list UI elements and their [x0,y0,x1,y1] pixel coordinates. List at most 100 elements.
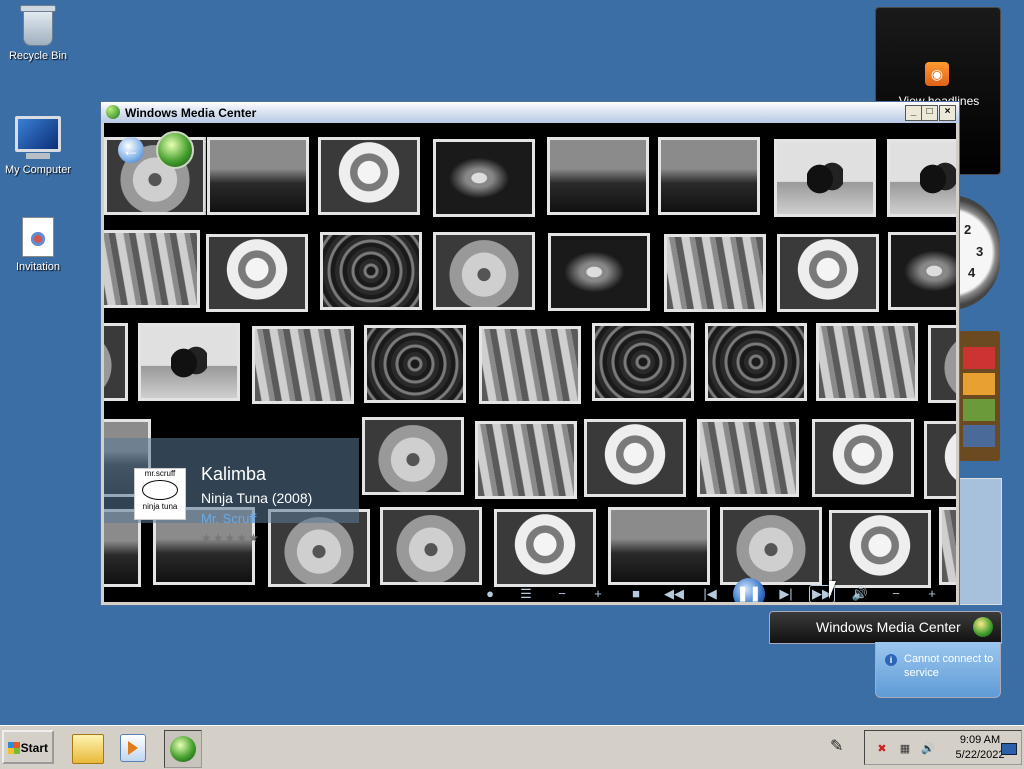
mouse-cursor-icon [829,581,836,599]
rewind-button[interactable]: ◀◀ [663,585,685,602]
desktop-icon-label: Recycle Bin [8,50,68,62]
gadget-tile [963,373,995,395]
photo-tile [206,234,308,312]
security-alert-icon[interactable]: ✖ [875,742,889,756]
photo-tile [138,323,240,401]
photo-tile [380,507,482,585]
photo-tile [364,325,466,403]
guide-button[interactable]: ☰ [515,585,537,602]
back-button[interactable]: ← [118,137,144,163]
notification-header: Windows Media Center [769,611,1002,644]
gadget-tile [963,399,995,421]
taskbar: Start ✎ ✖ ▦ 🔊 9:09 AM 5/22/2022 [0,725,1024,769]
slideshow-area[interactable]: ← mr.scruff ninja tuna Kalimba Ninja Tun… [104,123,956,602]
clock-number: 3 [976,244,984,259]
photo-tile [362,417,464,495]
slideshow-gadget[interactable] [959,478,1002,605]
clock-number: 4 [968,265,976,280]
volume-icon[interactable]: 🔊 [849,585,871,602]
window-title: Windows Media Center [125,106,257,120]
photo-tile [924,421,956,499]
photo-tile [829,510,931,588]
album-art: mr.scruff ninja tuna [134,468,186,520]
photo-tile [939,507,956,585]
media-center-start-button[interactable] [156,131,194,169]
rating-stars[interactable]: ★★★★★ [201,531,260,545]
photo-tile [318,137,420,215]
photo-tile [592,323,694,401]
photo-tile [608,507,710,585]
desktop-icon-my-computer[interactable]: My Computer [0,112,76,176]
media-center-taskbar-icon[interactable] [164,730,202,768]
close-button[interactable]: × [939,105,956,121]
gadget-tile [963,425,995,447]
record-button[interactable]: ● [479,585,501,602]
photo-tile [928,325,956,403]
photo-tile [104,323,128,401]
clock-time[interactable]: 9:09 AM [955,734,1005,746]
photo-tile [777,234,879,312]
photo-tile [888,232,956,310]
photo-tile [812,419,914,497]
document-icon [22,217,54,257]
desktop-icon-label: Invitation [15,261,61,273]
photo-tile [104,230,200,308]
album-art-text: mr.scruff [144,469,176,478]
stop-button[interactable]: ■ [625,585,647,602]
info-icon: i [885,654,897,666]
skip-back-button[interactable]: |◀ [699,585,721,602]
media-center-logo-icon [106,105,120,119]
folder-icon[interactable] [72,734,104,764]
media-center-notification[interactable]: Windows Media Center i Cannot connect to… [769,611,1002,698]
calendar-gadget[interactable] [959,331,1000,461]
photo-tile [433,232,535,310]
minimize-button[interactable]: _ [905,105,922,121]
maximize-button[interactable]: □ [921,105,938,121]
channel-down-button[interactable]: − [551,585,573,602]
channel-up-button[interactable]: + [587,585,609,602]
now-playing-album: Ninja Tuna (2008) [201,490,313,506]
notification-message: Cannot connect to service [904,653,994,679]
volume-down-button[interactable]: − [885,585,907,602]
pen-input-icon[interactable]: ✎ [830,736,852,756]
recycle-bin-icon [20,5,56,46]
photo-tile [664,234,766,312]
now-playing-song: Kalimba [201,464,267,484]
photo-tile [252,326,354,404]
show-desktop-icon[interactable] [1001,743,1017,755]
photo-tile [479,326,581,404]
desktop-icon-invitation[interactable]: Invitation [0,217,76,273]
rss-icon: ◉ [925,62,949,86]
photo-tile [475,421,577,499]
volume-icon[interactable]: 🔊 [921,742,935,756]
system-tray: ✖ ▦ 🔊 9:09 AM 5/22/2022 [864,730,1022,765]
photo-tile [720,507,822,585]
desktop-icon-recycle-bin[interactable]: Recycle Bin [0,5,76,62]
photo-tile [320,232,422,310]
windows-logo-icon [973,617,993,637]
photo-tile [494,509,596,587]
start-button[interactable]: Start [2,730,54,764]
media-center-window: Windows Media Center _ □ × ← mr.scruff n… [100,101,960,606]
computer-icon [15,116,61,159]
photo-tile [697,419,799,497]
clock-number: 2 [964,222,972,237]
window-titlebar[interactable]: Windows Media Center _ □ × [101,102,959,123]
pause-button[interactable]: ❚❚ [733,578,765,602]
photo-tile [584,419,686,497]
photo-tile [774,139,876,217]
now-playing-artist: Mr. Scruff [201,511,257,526]
media-player-icon[interactable] [120,734,146,762]
desktop-icon-label: My Computer [4,164,72,176]
photo-tile [547,137,649,215]
photo-tile [658,137,760,215]
notification-body: i Cannot connect to service [875,642,1001,698]
network-icon[interactable]: ▦ [898,742,912,756]
transport-controls: ● ☰ − + ■ ◀◀ |◀ ❚❚ ▶| ▶▶ 🔊 − + [479,578,956,602]
volume-up-button[interactable]: + [921,585,943,602]
photo-tile [548,233,650,311]
photo-tile [207,137,309,215]
photo-tile [887,139,956,217]
skip-forward-button[interactable]: ▶| [775,585,797,602]
album-art-text: ninja tuna [142,502,178,511]
